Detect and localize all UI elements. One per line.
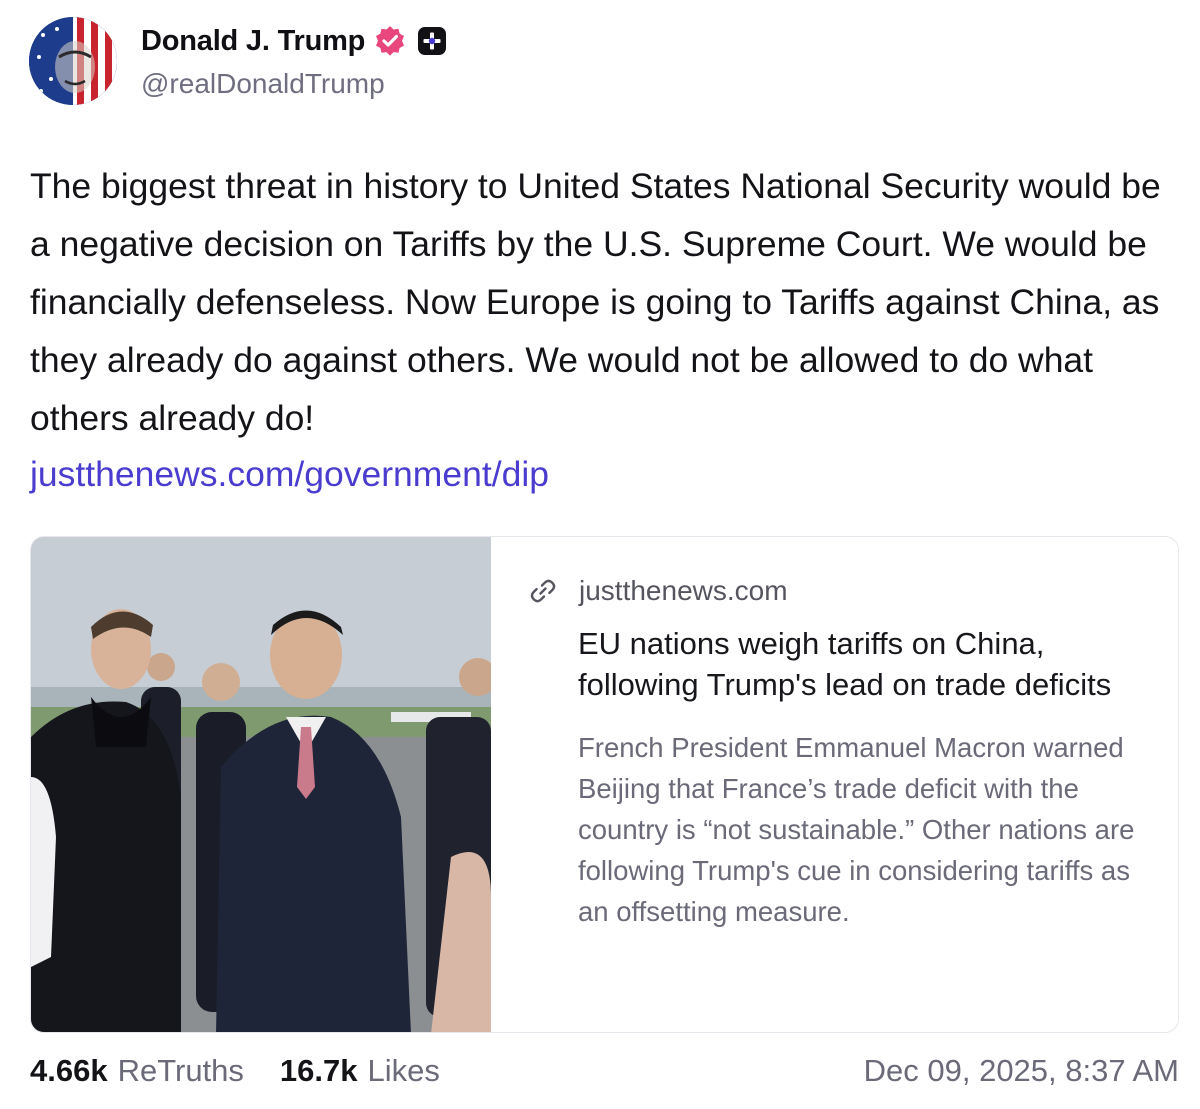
card-title[interactable]: EU nations weigh tariffs on China, follo… [578, 623, 1147, 705]
likes-label[interactable]: Likes [368, 1053, 440, 1089]
verified-badge-icon [376, 26, 405, 56]
post-container: Donald J. Trump @realDonaldTrump The big… [0, 0, 1200, 1109]
engagement-stats: 4.66k ReTruths 16.7k Likes [30, 1053, 440, 1089]
link-preview-card[interactable]: justthenews.com EU nations weigh tariffs… [30, 536, 1179, 1033]
card-thumbnail-image [31, 537, 491, 1032]
plus-badge-icon [418, 27, 447, 55]
avatar-image [29, 17, 117, 105]
likes-count[interactable]: 16.7k [280, 1053, 358, 1089]
post-link[interactable]: justthenews.com/government/dip [30, 445, 549, 503]
card-domain: justthenews.com [579, 575, 788, 606]
retruths-count[interactable]: 4.66k [30, 1053, 108, 1089]
retruths-label[interactable]: ReTruths [118, 1053, 244, 1089]
author-display-name[interactable]: Donald J. Trump [141, 25, 365, 58]
author-name-row: Donald J. Trump [141, 22, 449, 60]
link-icon [530, 579, 556, 603]
card-description: French President Emmanuel Macron warned … [578, 732, 1135, 927]
post-timestamp[interactable]: Dec 09, 2025, 8:37 AM [864, 1053, 1179, 1089]
card-domain-row: justthenews.com [527, 573, 1147, 609]
avatar[interactable] [29, 17, 117, 105]
card-content: justthenews.com EU nations weigh tariffs… [527, 573, 1147, 932]
post-text: The biggest threat in history to United … [30, 166, 1161, 438]
author-handle[interactable]: @realDonaldTrump [141, 68, 385, 100]
